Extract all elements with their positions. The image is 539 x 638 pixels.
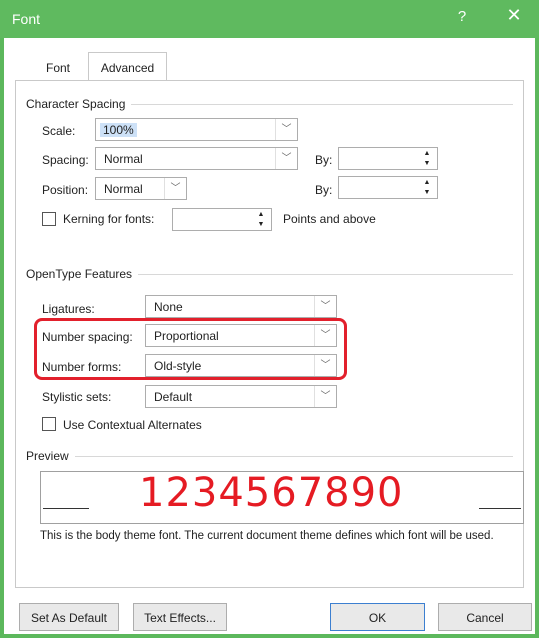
position-select[interactable]: Normal ﹀ (95, 177, 187, 200)
points-label: Points and above (283, 212, 376, 226)
tab-font[interactable]: Font (30, 55, 86, 81)
set-as-default-button[interactable]: Set As Default (19, 603, 119, 631)
stylistic-sets-select[interactable]: Default ﹀ (145, 385, 337, 408)
title-bar: Font ? ✕ (0, 0, 539, 38)
by-label: By: (315, 183, 333, 197)
preview-sample: 1234567890 (139, 470, 404, 516)
chevron-down-icon[interactable]: ﹀ (275, 119, 297, 140)
preview-note: This is the body theme font. The current… (40, 530, 494, 542)
position-value: Normal (104, 182, 143, 196)
dialog-title: Font (12, 11, 41, 27)
chevron-down-icon[interactable]: ﹀ (164, 178, 186, 199)
opentype-heading: OpenType Features (26, 267, 139, 281)
contextual-alternates-label: Use Contextual Alternates (63, 418, 202, 432)
preview-heading: Preview (26, 449, 75, 463)
text-effects-button[interactable]: Text Effects... (133, 603, 227, 631)
scale-value: 100% (100, 123, 137, 137)
ligatures-label: Ligatures: (42, 302, 95, 316)
kerning-checkbox[interactable] (42, 212, 56, 226)
position-by-input[interactable]: ▲ ▼ (338, 176, 438, 199)
character-spacing-heading: Character Spacing (26, 97, 132, 111)
chevron-down-icon[interactable]: ﹀ (275, 148, 297, 169)
tab-advanced[interactable]: Advanced (88, 52, 167, 81)
spacing-by-input[interactable]: ▲ ▼ (338, 147, 438, 170)
preview-box: 1234567890 (40, 470, 524, 524)
spacing-value: Normal (104, 152, 143, 166)
spin-arrows-icon[interactable]: ▲ ▼ (251, 209, 271, 230)
stylistic-sets-label: Stylistic sets: (42, 390, 112, 404)
group-divider (26, 456, 513, 457)
scale-label: Scale: (42, 124, 76, 138)
by-label: By: (315, 153, 333, 167)
scale-combobox[interactable]: 100% ﹀ (95, 118, 298, 141)
ligatures-value: None (154, 300, 183, 314)
chevron-down-icon[interactable]: ﹀ (314, 296, 336, 317)
cancel-button[interactable]: Cancel (438, 603, 532, 631)
help-button[interactable]: ? (452, 8, 472, 25)
kerning-input[interactable]: ▲ ▼ (172, 208, 272, 231)
chevron-down-icon[interactable]: ﹀ (314, 386, 336, 407)
baseline-right (479, 508, 521, 509)
spin-arrows-icon[interactable]: ▲ ▼ (417, 148, 437, 169)
spacing-select[interactable]: Normal ﹀ (95, 147, 298, 170)
highlight-annotation (34, 318, 347, 380)
spin-arrows-icon[interactable]: ▲ ▼ (417, 177, 437, 198)
ok-button[interactable]: OK (330, 603, 425, 631)
position-label: Position: (42, 183, 89, 197)
close-button[interactable]: ✕ (502, 5, 526, 26)
stylistic-sets-value: Default (154, 390, 193, 404)
spacing-label: Spacing: (42, 153, 89, 167)
contextual-alternates-checkbox[interactable] (42, 417, 56, 431)
kerning-label: Kerning for fonts: (63, 212, 155, 226)
baseline-left (43, 508, 89, 509)
ligatures-select[interactable]: None ﹀ (145, 295, 337, 318)
